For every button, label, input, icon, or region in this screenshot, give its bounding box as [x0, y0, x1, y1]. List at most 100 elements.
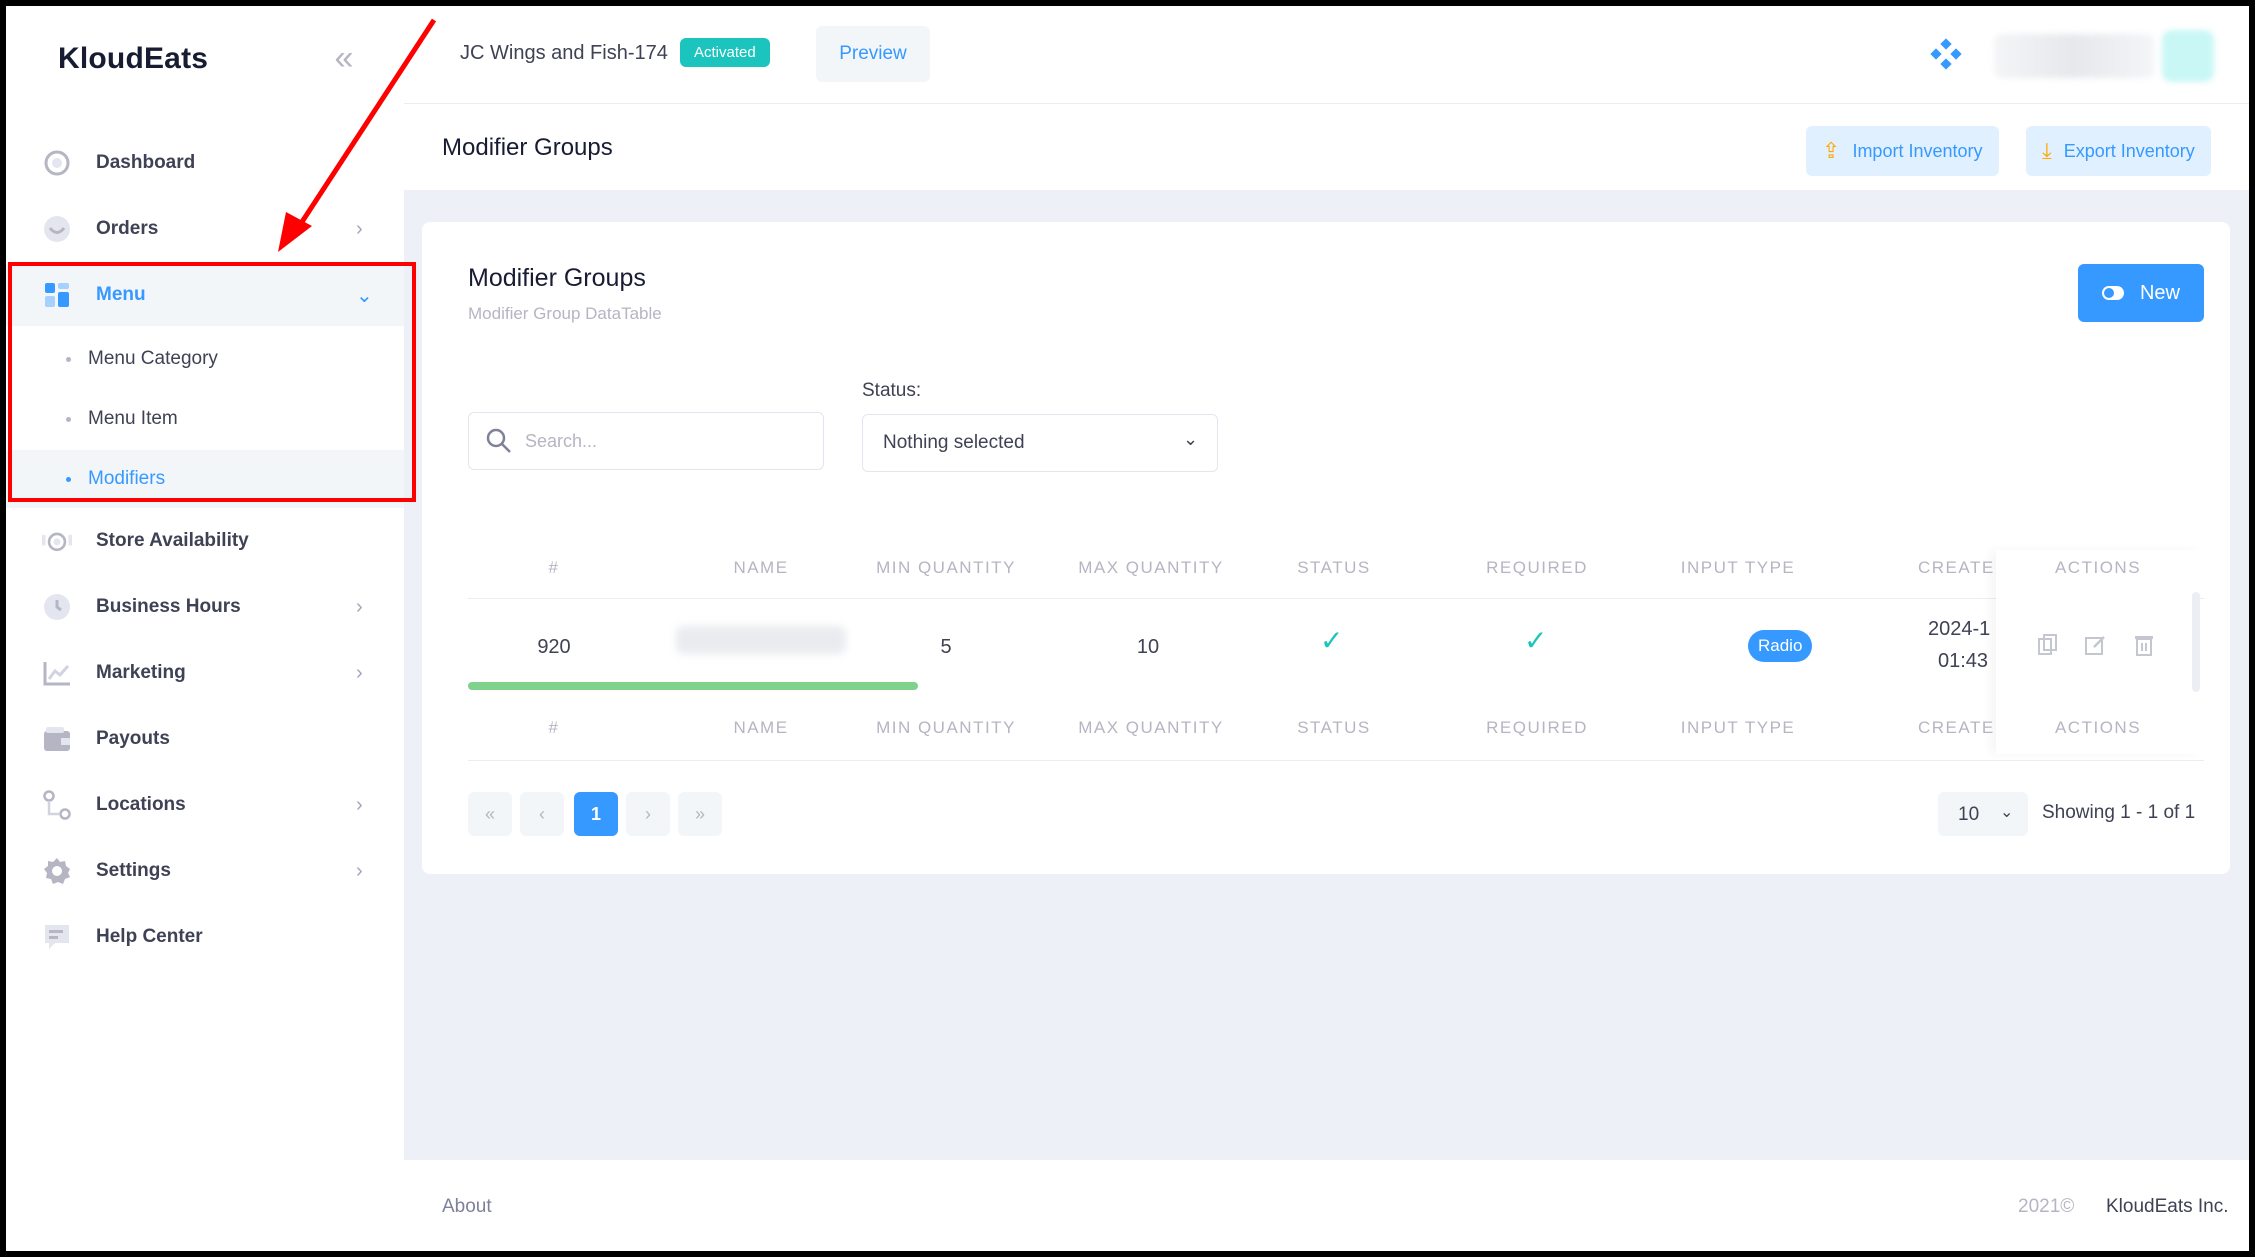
row-created-date: 2024-1	[1928, 618, 1991, 640]
first-page-button[interactable]: «	[468, 792, 512, 836]
sidebar-item-business-hours[interactable]: Business Hours ›	[6, 576, 404, 638]
column-header-actions: ACTIONS	[2054, 558, 2142, 577]
vertical-scrollbar[interactable]	[2192, 592, 2200, 692]
sidebar-item-label: Locations	[96, 794, 186, 815]
import-inventory-button[interactable]: ⇪ Import Inventory	[1806, 126, 1999, 176]
column-footer-name: NAME	[733, 718, 789, 737]
sidebar-item-label: Dashboard	[96, 152, 196, 173]
column-footer-status: STATUS	[1297, 718, 1371, 737]
chevron-right-icon: ›	[356, 859, 363, 882]
sidebar-item-locations[interactable]: Locations ›	[6, 774, 404, 836]
column-footer-required: REQUIRED	[1486, 718, 1588, 737]
brand-logo: KloudEats	[58, 42, 209, 75]
column-header-required[interactable]: REQUIRED	[1472, 558, 1602, 578]
column-footer-input-type: INPUT TYPE	[1680, 718, 1796, 737]
sidebar-item-orders[interactable]: Orders ›	[6, 198, 404, 260]
about-link[interactable]: About	[442, 1196, 492, 1218]
copy-icon[interactable]	[2036, 634, 2060, 658]
chevron-right-icon: ›	[356, 661, 363, 684]
sidebar-item-marketing[interactable]: Marketing ›	[6, 642, 404, 704]
per-page-select[interactable]: 10 ⌄	[1938, 792, 2028, 836]
row-id: 920	[537, 636, 571, 658]
upload-icon: ⇪	[1822, 138, 1841, 163]
required-check-icon: ✓	[1524, 625, 1548, 656]
chevron-right-icon: ›	[356, 217, 363, 240]
status-select[interactable]: Nothing selected ⌄	[862, 414, 1218, 472]
kloudeats-logo-icon[interactable]	[1930, 38, 1962, 70]
row-min-quantity: 5	[940, 636, 952, 658]
download-icon: ⤓	[2042, 138, 2052, 163]
sidebar-item-label: Marketing	[96, 662, 186, 683]
chevron-right-icon: ›	[356, 793, 363, 816]
prev-page-button[interactable]: ‹	[520, 792, 564, 836]
search-input[interactable]	[525, 425, 805, 457]
sidebar-item-label: Orders	[96, 218, 159, 239]
row-max-quantity: 10	[1136, 636, 1160, 658]
search-field[interactable]	[468, 412, 824, 470]
collapse-sidebar-icon[interactable]: «	[324, 40, 364, 80]
avatar[interactable]	[2162, 30, 2214, 82]
column-footer-max-quantity: MAX QUANTITY	[1078, 718, 1224, 737]
chevron-down-icon: ⌄	[356, 284, 373, 307]
column-footer-id: #	[548, 718, 560, 737]
status-filter-label: Status:	[862, 380, 922, 401]
sidebar-item-help-center[interactable]: Help Center	[6, 906, 404, 968]
column-header-max-quantity[interactable]: MAX QUANTITY	[1066, 558, 1236, 578]
search-icon	[485, 427, 513, 455]
new-button[interactable]: New	[2078, 264, 2204, 322]
preview-button[interactable]: Preview	[816, 26, 930, 82]
column-header-status[interactable]: STATUS	[1284, 558, 1384, 578]
sidebar-item-label: Menu	[96, 284, 146, 305]
export-inventory-button[interactable]: ⤓ Export Inventory	[2026, 126, 2211, 176]
status-badge: Activated	[680, 38, 770, 67]
copyright-year: 2021©	[2018, 1196, 2075, 1217]
dashboard-icon	[42, 148, 72, 178]
sidebar-item-settings[interactable]: Settings ›	[6, 840, 404, 902]
chat-icon	[42, 922, 72, 952]
sidebar-subitem-label: Menu Item	[88, 408, 178, 429]
row-created-time: 01:43	[1938, 650, 1989, 672]
last-page-button[interactable]: »	[678, 792, 722, 836]
modifier-groups-card: Modifier Groups Modifier Group DataTable…	[422, 222, 2230, 874]
sidebar-item-label: Payouts	[96, 728, 170, 749]
page-button-current[interactable]: 1	[574, 792, 618, 836]
sidebar-item-label: Store Availability	[96, 530, 249, 551]
sidebar-item-payouts[interactable]: Payouts	[6, 708, 404, 770]
orders-icon	[42, 214, 72, 244]
sidebar-item-dashboard[interactable]: Dashboard	[6, 132, 404, 194]
row-name-blurred	[676, 626, 846, 654]
company-link[interactable]: KloudEats Inc.	[2106, 1196, 2229, 1218]
sidebar-item-menu[interactable]: Menu ⌄	[6, 264, 404, 326]
sidebar-subitem-menu-category[interactable]: Menu Category	[6, 330, 404, 388]
column-header-input-type[interactable]: INPUT TYPE	[1668, 558, 1808, 578]
menu-icon	[42, 280, 72, 310]
sidebar-item-store-availability[interactable]: Store Availability	[6, 510, 404, 572]
import-inventory-label: Import Inventory	[1852, 140, 1983, 161]
bullet-icon	[66, 417, 71, 422]
sidebar-subitem-modifiers[interactable]: Modifiers	[6, 450, 404, 508]
per-page-value: 10	[1958, 804, 1980, 825]
column-header-name[interactable]: NAME	[676, 558, 846, 578]
chevron-right-icon: ›	[356, 595, 363, 618]
edit-icon[interactable]	[2084, 634, 2108, 658]
horizontal-scroll-indicator[interactable]	[468, 682, 918, 690]
column-footer-min-quantity: MIN QUANTITY	[876, 718, 1016, 737]
column-header-min-quantity[interactable]: MIN QUANTITY	[866, 558, 1026, 578]
bullet-icon	[66, 357, 71, 362]
location-icon	[42, 790, 72, 820]
user-name-blurred[interactable]	[1994, 34, 2154, 78]
export-inventory-label: Export Inventory	[2063, 140, 2195, 161]
trash-icon[interactable]	[2132, 634, 2156, 658]
column-header-id[interactable]: #	[544, 558, 564, 578]
sidebar-subitem-label: Modifiers	[88, 468, 166, 489]
column-header-created[interactable]: CREATE	[1918, 558, 1998, 578]
sidebar-subitem-menu-item[interactable]: Menu Item	[6, 390, 404, 448]
sidebar-item-label: Business Hours	[96, 596, 241, 617]
subheader: Modifier Groups ⇪ Import Inventory ⤓ Exp…	[404, 104, 2249, 190]
page-title: Modifier Groups	[442, 134, 613, 161]
table-divider	[468, 598, 2204, 599]
chart-icon	[42, 658, 72, 688]
card-subtitle: Modifier Group DataTable	[468, 304, 662, 323]
next-page-button[interactable]: ›	[626, 792, 670, 836]
new-button-label: New	[2139, 281, 2180, 304]
